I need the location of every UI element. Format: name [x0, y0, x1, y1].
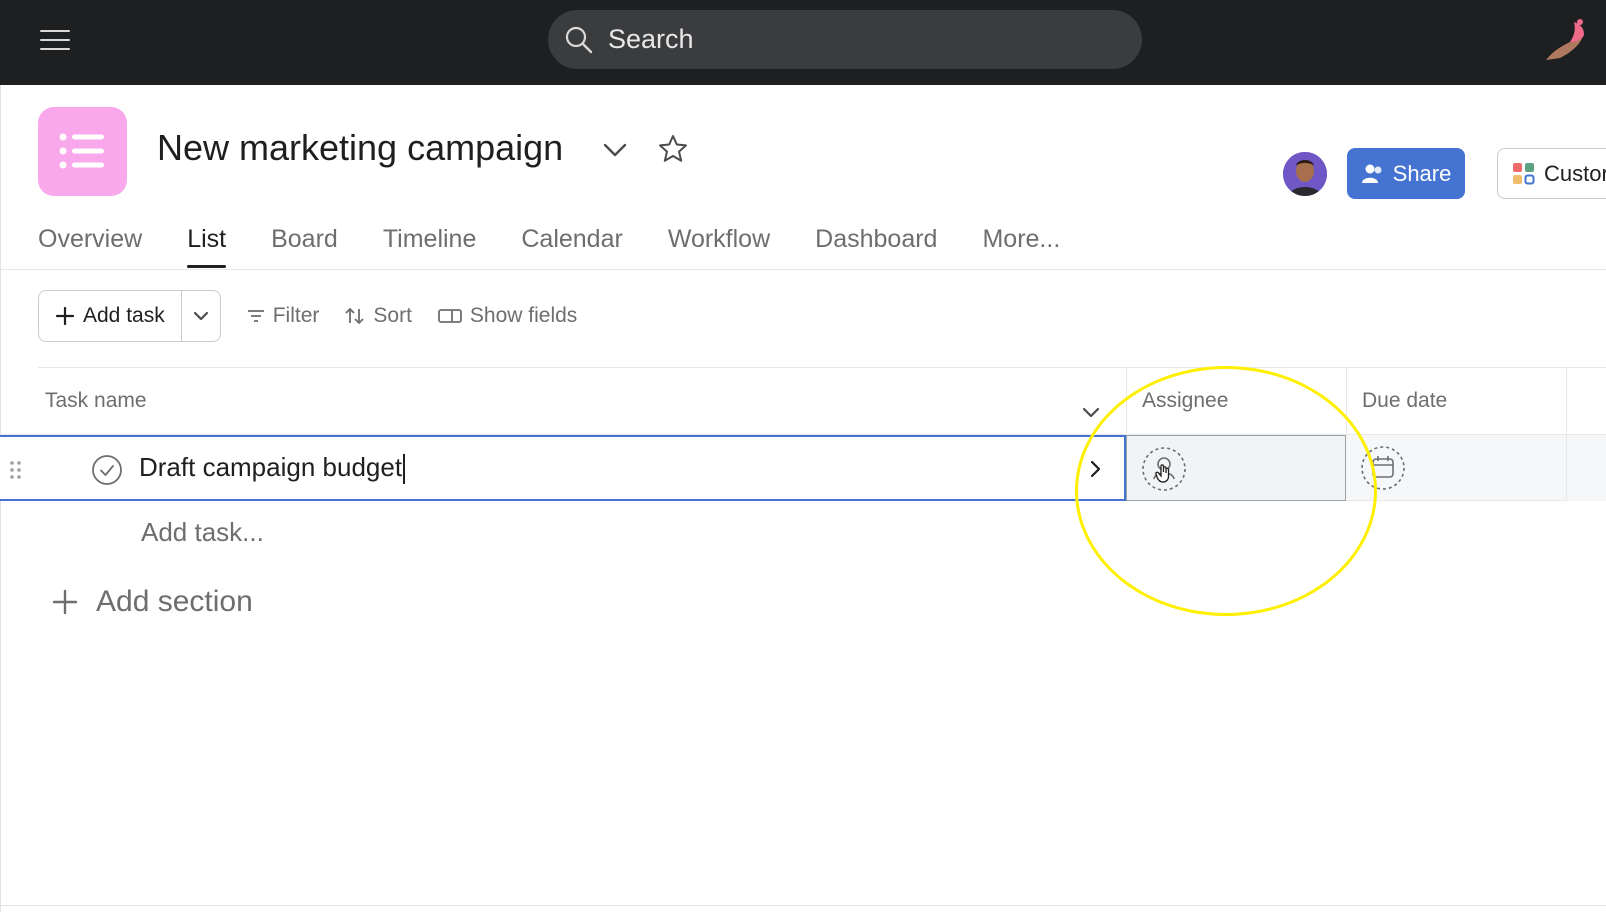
assignee-placeholder-icon[interactable] [1141, 446, 1187, 492]
table-row[interactable]: Draft campaign budget [0, 435, 1126, 501]
add-task-inline-input[interactable]: Add task... [141, 517, 264, 548]
tab-workflow[interactable]: Workflow [668, 213, 770, 265]
tab-list[interactable]: List [187, 213, 226, 268]
tab-dashboard[interactable]: Dashboard [815, 213, 937, 265]
star-icon[interactable] [657, 133, 689, 165]
task-name-text: Draft campaign budget [139, 452, 403, 482]
customize-label: Custor [1544, 160, 1606, 186]
add-section-label: Add section [96, 585, 253, 618]
task-name-header-label: Task name [45, 389, 147, 412]
add-task-split-button: Add task [38, 290, 221, 342]
show-fields-button[interactable]: Show fields [438, 304, 577, 328]
project-title[interactable]: New marketing campaign [157, 127, 563, 169]
project-list-icon [38, 107, 127, 196]
share-label: Share [1392, 160, 1452, 186]
top-bar: Search [0, 0, 1606, 85]
sort-icon [345, 307, 365, 325]
sort-label: Sort [373, 304, 412, 327]
tab-more[interactable]: More... [982, 213, 1060, 265]
search-bar[interactable]: Search [548, 10, 1142, 69]
filter-button[interactable]: Filter [247, 304, 320, 328]
plus-icon [55, 306, 75, 326]
show-fields-label: Show fields [469, 304, 578, 327]
text-cursor [403, 454, 406, 485]
tab-board[interactable]: Board [271, 213, 338, 265]
plus-icon [52, 589, 78, 615]
column-header-due-date[interactable]: Due date [1362, 368, 1447, 434]
column-header-assignee[interactable]: Assignee [1142, 368, 1228, 434]
chevron-down-icon [193, 311, 208, 321]
search-icon [565, 26, 593, 53]
task-name-input[interactable]: Draft campaign budget [139, 452, 406, 485]
filter-label: Filter [272, 304, 320, 327]
due-date-cell[interactable] [1346, 435, 1566, 501]
drag-handle-icon[interactable] [9, 460, 23, 480]
share-button[interactable]: Share [1347, 148, 1465, 199]
filter-icon [247, 310, 264, 322]
complete-check-icon[interactable] [91, 454, 123, 486]
assignee-cell[interactable] [1126, 435, 1346, 501]
fields-icon [438, 309, 462, 323]
avatar[interactable] [1283, 152, 1327, 196]
bird-logo-icon [1546, 19, 1584, 60]
chevron-down-icon[interactable] [601, 139, 629, 161]
add-task-button[interactable]: Add task [39, 291, 182, 341]
extra-column-cell[interactable] [1566, 435, 1606, 501]
assignee-header-label: Assignee [1142, 389, 1229, 412]
list-toolbar: Add task Filter Sort Show fields [38, 290, 577, 342]
sort-button[interactable]: Sort [345, 304, 412, 328]
project-tabs: Overview List Board Timeline Calendar Wo… [38, 213, 1105, 268]
hamburger-icon[interactable] [38, 26, 72, 54]
share-people-icon [1361, 164, 1382, 183]
calendar-icon[interactable] [1360, 445, 1406, 491]
tab-timeline[interactable]: Timeline [383, 213, 477, 265]
chevron-down-icon[interactable] [1081, 406, 1101, 420]
bottom-border [0, 905, 1606, 906]
search-placeholder: Search [608, 24, 694, 54]
due-date-header-label: Due date [1362, 389, 1448, 412]
add-section-button[interactable]: Add section [52, 585, 253, 619]
add-task-label: Add task [83, 304, 165, 327]
customize-button[interactable]: Custor [1497, 148, 1606, 199]
tab-overview[interactable]: Overview [38, 213, 142, 265]
tabs-divider [1, 269, 1606, 270]
tab-calendar[interactable]: Calendar [521, 213, 622, 265]
customize-icon [1513, 162, 1535, 184]
add-task-dropdown-button[interactable] [182, 291, 220, 341]
column-header-task-name[interactable]: Task name [45, 368, 147, 434]
chevron-right-icon[interactable] [1083, 457, 1107, 481]
